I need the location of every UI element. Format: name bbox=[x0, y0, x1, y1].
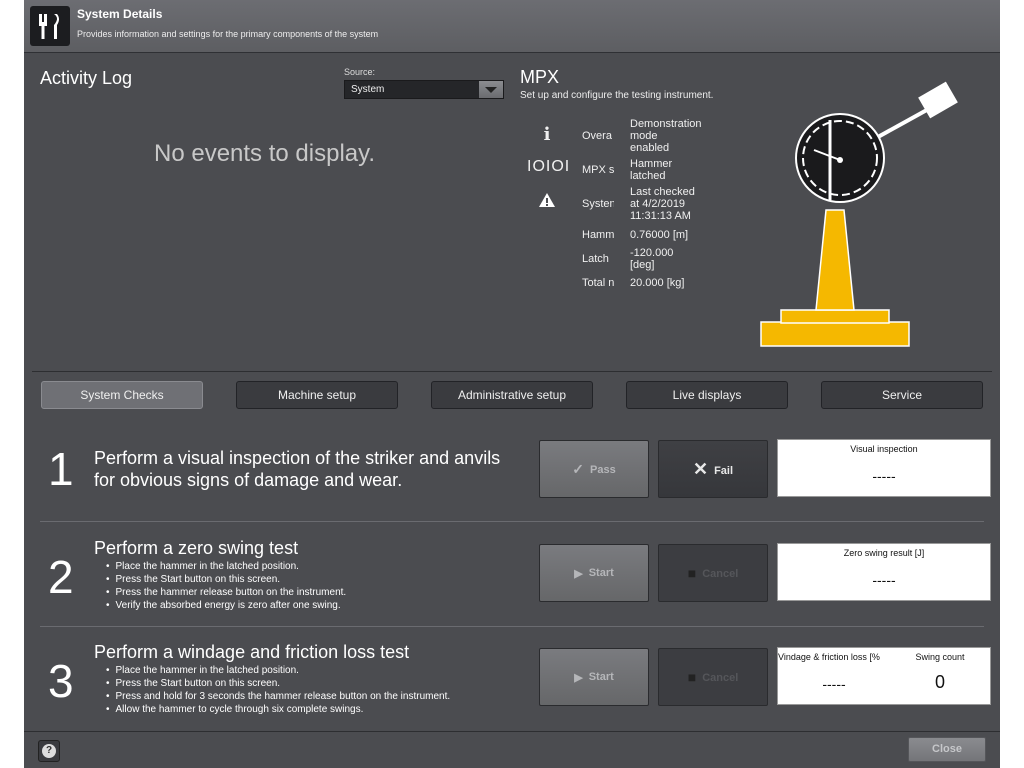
step-1-number: 1 bbox=[48, 443, 74, 495]
step-2-number: 2 bbox=[48, 551, 74, 603]
source-dropdown-value: System bbox=[351, 84, 385, 95]
close-button[interactable]: Close bbox=[908, 737, 986, 762]
list-item: Place the hammer in the latched position… bbox=[116, 664, 450, 677]
result-value: ----- bbox=[872, 572, 896, 588]
window-title: System Details bbox=[77, 7, 163, 21]
row-label-hammer: Hamm bbox=[582, 229, 614, 241]
signal-icon: IOIOI bbox=[527, 158, 571, 175]
step-3-title: Perform a windage and friction loss test bbox=[94, 642, 410, 662]
empty-events-message: No events to display. bbox=[154, 140, 376, 167]
swing-count-label: Swing count bbox=[915, 652, 965, 662]
activity-log-title: Activity Log bbox=[40, 68, 133, 88]
windage-result: Vindage & friction loss [% ----- Swing c… bbox=[777, 647, 991, 705]
step-divider bbox=[40, 626, 984, 627]
play-icon: ▶ bbox=[574, 672, 583, 684]
step-3-number: 3 bbox=[48, 655, 74, 707]
cancel-windage-button[interactable]: ■ Cancel bbox=[658, 648, 768, 706]
footer: ? Close bbox=[24, 731, 1000, 768]
help-button[interactable]: ? bbox=[38, 740, 60, 762]
step-1-title: Perform a visual inspection of the strik… bbox=[94, 448, 501, 490]
start-windage-button[interactable]: ▶ Start bbox=[539, 648, 649, 706]
list-item: Press and hold for 3 seconds the hammer … bbox=[116, 690, 451, 703]
close-icon: ✕ bbox=[692, 459, 709, 479]
title-bar: System Details Provides information and … bbox=[24, 0, 1000, 53]
stop-icon: ■ bbox=[687, 565, 697, 581]
result-label: Zero swing result [J] bbox=[843, 548, 925, 558]
mpx-title: MPX bbox=[520, 67, 560, 87]
row-value-system: Last checked at 4/2/2019 11:31:13 AM bbox=[630, 186, 695, 222]
impact-tester-illustration bbox=[760, 81, 958, 347]
row-value-latch: -120.000 [deg] bbox=[630, 247, 674, 271]
source-dropdown[interactable]: System bbox=[344, 80, 504, 99]
step-3-instructions: Place the hammer in the latched position… bbox=[116, 664, 451, 716]
stop-icon: ■ bbox=[687, 669, 697, 685]
row-value-mpx-status: Hammer latched bbox=[630, 158, 673, 182]
swing-count-value: 0 bbox=[934, 672, 945, 692]
tools-icon bbox=[30, 6, 70, 46]
list-item: Allow the hammer to cycle through six co… bbox=[116, 703, 450, 716]
list-item: Place the hammer in the latched position… bbox=[116, 560, 346, 573]
chevron-down-icon[interactable] bbox=[479, 81, 503, 98]
check-icon: ✓ bbox=[572, 461, 585, 477]
step-2-title: Perform a zero swing test bbox=[94, 538, 299, 558]
tab-live-displays[interactable]: Live displays bbox=[626, 381, 788, 409]
row-label-latch: Latch bbox=[582, 253, 609, 265]
tab-machine-setup[interactable]: Machine setup bbox=[236, 381, 398, 409]
windage-value: ----- bbox=[822, 676, 846, 692]
windage-label: Vindage & friction loss [% bbox=[778, 652, 880, 662]
help-icon: ? bbox=[42, 744, 56, 758]
play-icon: ▶ bbox=[574, 568, 583, 580]
row-value-total-mass: 20.000 [kg] bbox=[630, 277, 685, 289]
step-divider bbox=[40, 521, 984, 522]
row-label-total-mass: Total n bbox=[582, 277, 614, 289]
system-details-window: System Details Provides information and … bbox=[24, 0, 1000, 768]
tab-administrative-setup[interactable]: Administrative setup bbox=[431, 381, 593, 409]
tab-service[interactable]: Service bbox=[821, 381, 983, 409]
fail-button[interactable]: ✕ Fail bbox=[658, 440, 768, 498]
row-value-overall: Demonstration mode enabled bbox=[630, 118, 702, 154]
tab-system-checks[interactable]: System Checks bbox=[41, 381, 203, 409]
list-item: Press the Start button on this screen. bbox=[116, 573, 346, 586]
window-subtitle: Provides information and settings for th… bbox=[77, 29, 379, 39]
start-zero-swing-button[interactable]: ▶ Start bbox=[539, 544, 649, 602]
row-label-system: Systen bbox=[582, 198, 614, 210]
section-divider bbox=[32, 371, 992, 372]
result-label: Visual inspection bbox=[850, 444, 918, 454]
info-icon: i bbox=[543, 124, 551, 145]
pass-button[interactable]: ✓ Pass bbox=[539, 440, 649, 498]
row-label-overall: Overa bbox=[582, 130, 612, 142]
source-label: Source: bbox=[344, 67, 376, 77]
list-item: Verify the absorbed energy is zero after… bbox=[116, 599, 346, 612]
list-item: Press the Start button on this screen. bbox=[116, 677, 450, 690]
visual-inspection-result: Visual inspection ----- bbox=[777, 439, 991, 497]
warning-icon bbox=[527, 192, 567, 213]
mpx-subtitle: Set up and configure the testing instrum… bbox=[520, 90, 714, 101]
zero-swing-result: Zero swing result [J] ----- bbox=[777, 543, 991, 601]
result-value: ----- bbox=[872, 468, 896, 484]
cancel-zero-swing-button[interactable]: ■ Cancel bbox=[658, 544, 768, 602]
step-2-instructions: Place the hammer in the latched position… bbox=[116, 560, 347, 612]
row-label-mpx-status: MPX s bbox=[582, 164, 614, 176]
list-item: Press the hammer release button on the i… bbox=[116, 586, 347, 599]
row-value-hammer: 0.76000 [m] bbox=[630, 229, 689, 241]
